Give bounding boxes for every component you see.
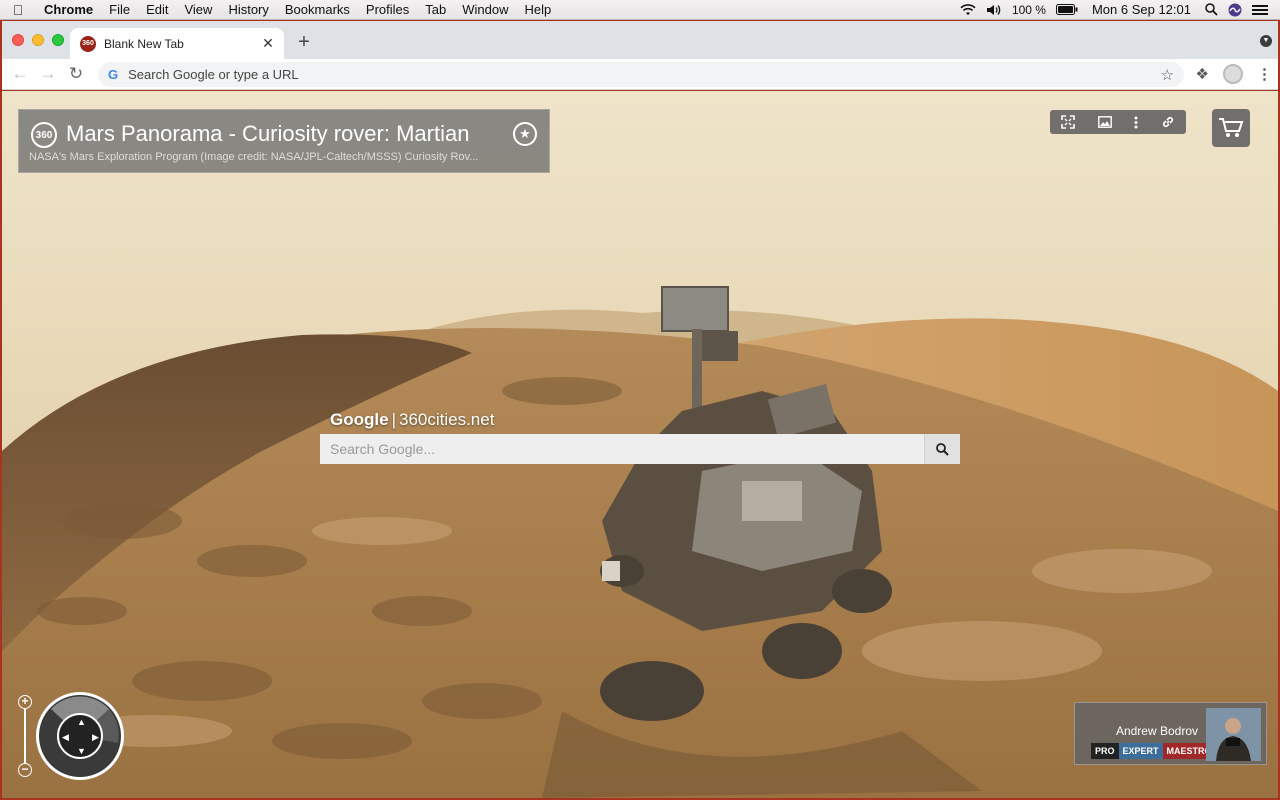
panorama-subtitle: NASA's Mars Exploration Program (Image c… [29,151,479,163]
pan-up-icon[interactable]: ▲ [77,717,86,727]
spotlight-icon[interactable] [1205,3,1218,16]
extensions-icon[interactable]: ❖ [1196,65,1209,83]
wifi-icon[interactable] [960,3,976,16]
tab-strip: 360 Blank New Tab ✕ + ▼ [2,21,1278,59]
more-icon[interactable] [1134,116,1138,129]
browser-toolbar: ← → ↻ G ☆ ❖ ⋮ [2,59,1278,90]
window-minimize-button[interactable] [32,34,44,46]
google-icon: G [108,67,119,82]
pan-right-icon[interactable]: ▶ [92,732,99,743]
image-icon[interactable] [1097,116,1112,128]
author-photo-image [1206,708,1261,761]
siri-icon[interactable] [1228,3,1242,17]
navigation-compass[interactable]: ▲ ▼ ◀ ▶ [36,692,124,780]
search-icon [936,442,949,456]
zoom-control: + − [18,695,34,777]
google-search-box [320,434,960,464]
toolbar-actions: ❖ ⋮ [1196,64,1272,84]
tab-title: Blank New Tab [104,36,184,51]
author-card[interactable]: Andrew Bodrov PRO EXPERT MAESTRO [1074,702,1267,765]
menu-app-chrome[interactable]: Chrome [36,2,101,17]
tab-blank-new-tab[interactable]: 360 Blank New Tab ✕ [70,28,284,59]
zoom-slider[interactable] [24,709,26,763]
author-name[interactable]: Andrew Bodrov [1116,724,1198,738]
menu-edit[interactable]: Edit [138,2,176,17]
360-logo-icon[interactable]: 360 [31,122,57,148]
author-avatar[interactable] [1206,708,1261,761]
fullscreen-icon[interactable] [1061,115,1076,129]
address-bar[interactable]: G ☆ [98,62,1184,87]
control-center-icon[interactable] [1252,4,1268,16]
kebab-menu-icon[interactable]: ⋮ [1257,65,1272,83]
clock[interactable]: Mon 6 Sep 12:01 [1092,2,1191,17]
status-area: 100 % Mon 6 Sep 12:01 [960,2,1280,17]
search-brand-site: 360cities.net [398,410,495,429]
menu-tab[interactable]: Tab [417,2,454,17]
author-badges: PRO EXPERT MAESTRO [1091,743,1216,759]
tab-favicon: 360 [80,35,96,52]
tab-close-icon[interactable]: ✕ [260,35,276,52]
search-brand-separator: | [391,410,396,429]
menu-history[interactable]: History [220,2,276,17]
apple-icon[interactable]:  [0,2,36,18]
search-brand-google: Google [330,410,389,429]
search-button[interactable] [924,434,960,464]
viewer-controls [1050,110,1186,134]
reload-icon[interactable]: ↻ [62,64,90,84]
cart-icon [1219,118,1244,137]
back-icon[interactable]: ← [6,64,34,84]
volume-icon[interactable] [986,4,1002,16]
bookmark-star-icon[interactable]: ☆ [1161,66,1174,84]
battery-icon[interactable] [1055,4,1078,15]
profile-icon[interactable] [1223,64,1243,84]
tab-search-icon[interactable]: ▼ [1260,35,1272,47]
favorite-star-icon[interactable]: ★ [513,122,537,146]
pan-down-icon[interactable]: ▼ [77,746,86,756]
battery-percent: 100 % [1011,2,1046,17]
panorama-info-panel: 360 Mars Panorama - Curiosity rover: Mar… [18,109,550,173]
zoom-out-icon[interactable]: − [18,763,32,777]
search-brand: Google | 360cities.net [330,410,494,430]
menu-view[interactable]: View [176,2,220,17]
window-controls [12,34,64,46]
badge-pro: PRO [1091,743,1119,759]
menu-help[interactable]: Help [517,2,560,17]
menu-window[interactable]: Window [454,2,516,17]
new-tab-button[interactable]: + [294,31,314,54]
cart-button[interactable] [1212,109,1250,147]
pan-left-icon[interactable]: ◀ [62,732,69,743]
forward-icon[interactable]: → [34,64,62,84]
menu-bar:  Chrome File Edit View History Bookmark… [0,0,1280,20]
window-maximize-button[interactable] [52,34,64,46]
link-icon[interactable] [1161,115,1175,129]
menu-file[interactable]: File [101,2,138,17]
window-close-button[interactable] [12,34,24,46]
address-input[interactable] [128,67,1161,82]
zoom-in-icon[interactable]: + [18,695,32,709]
panorama-viewer[interactable]: 360 Mars Panorama - Curiosity rover: Mar… [2,91,1278,798]
panorama-title[interactable]: Mars Panorama - Curiosity rover: Martian… [66,121,476,147]
search-input[interactable] [320,434,924,464]
menu-profiles[interactable]: Profiles [358,2,417,17]
menu-bookmarks[interactable]: Bookmarks [277,2,358,17]
badge-expert: EXPERT [1118,743,1163,759]
